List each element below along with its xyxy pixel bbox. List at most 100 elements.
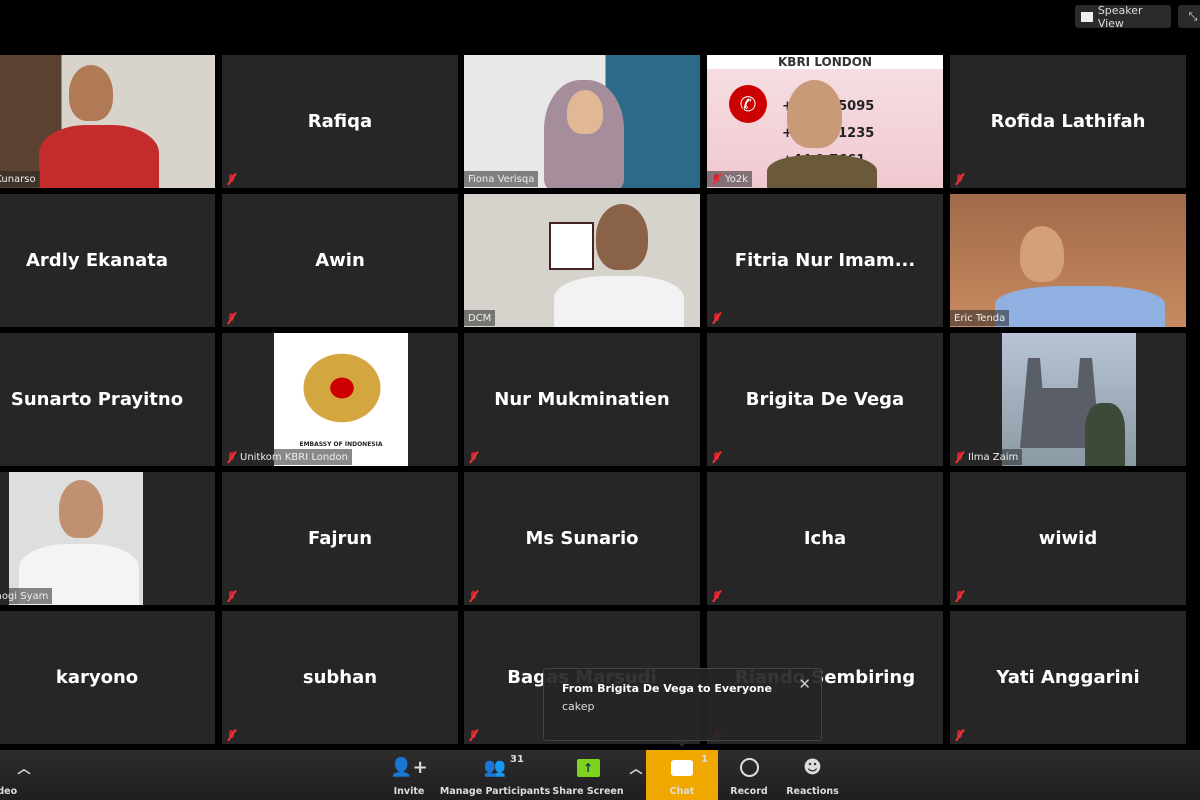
participant-label bbox=[464, 588, 483, 604]
participant-tile[interactable]: Rofida Lathifah bbox=[950, 55, 1186, 188]
participant-label bbox=[707, 310, 726, 326]
participant-tile[interactable]: Yati Anggarini bbox=[950, 611, 1186, 744]
participant-label-text: Yo2k bbox=[725, 173, 749, 185]
participant-name: Brigita De Vega bbox=[745, 389, 905, 410]
muted-mic-icon bbox=[226, 451, 237, 463]
participant-tile[interactable]: Fitria Nur Imam... bbox=[707, 194, 943, 327]
speaker-view-button[interactable]: Speaker View bbox=[1075, 3, 1171, 30]
participant-label-text: Fiona Verisqa bbox=[468, 173, 535, 185]
participant-label: Ilma Zaim bbox=[950, 449, 1023, 465]
muted-mic-icon bbox=[711, 173, 722, 185]
participant-label bbox=[950, 171, 969, 187]
participant-tile[interactable]: Sunarto Prayitno bbox=[0, 333, 215, 466]
participant-tile[interactable]: Brigita De Vega bbox=[707, 333, 943, 466]
reactions-label: Reactions bbox=[786, 786, 839, 797]
close-icon[interactable]: ✕ bbox=[798, 675, 811, 693]
participant-label: Unitkom KBRI London bbox=[222, 449, 352, 465]
participants-icon: 👥 bbox=[483, 757, 507, 778]
participant-label: Shaogi Syam bbox=[0, 588, 53, 604]
muted-mic-icon bbox=[226, 729, 237, 741]
manage-participants-button[interactable]: 👥 31 Manage Participants bbox=[440, 750, 550, 800]
participant-tile[interactable]: Rafiqa bbox=[222, 55, 458, 188]
muted-mic-icon bbox=[711, 590, 722, 602]
participant-label: ih Kunarso bbox=[0, 171, 40, 187]
participant-tile[interactable]: Fiona Verisqa bbox=[464, 55, 700, 188]
participant-tile[interactable]: Shaogi Syam bbox=[0, 472, 215, 605]
participant-tile[interactable]: Eric Tenda bbox=[950, 194, 1186, 327]
participant-name: Fitria Nur Imam... bbox=[734, 250, 916, 271]
chat-notification[interactable]: From Brigita De Vega to Everyone cakep ✕ bbox=[543, 668, 822, 747]
participant-label-text: DCM bbox=[468, 312, 492, 324]
participant-label bbox=[464, 449, 483, 465]
speaker-view-label: Speaker View bbox=[1097, 3, 1143, 30]
participant-tile[interactable]: KBRI LONDON✆+44 49 5095+4 222 1235+44 9 … bbox=[707, 55, 943, 188]
participant-tile[interactable]: EMBASSY OF INDONESIA Unitkom KBRI London bbox=[222, 333, 458, 466]
phone-icon: ✆ bbox=[729, 85, 767, 123]
participant-tile[interactable]: subhan bbox=[222, 611, 458, 744]
record-label: Record bbox=[730, 786, 768, 797]
participant-label bbox=[707, 449, 726, 465]
participant-label: Yo2k bbox=[707, 171, 753, 187]
participant-label-text: Ilma Zaim bbox=[968, 451, 1019, 463]
muted-mic-icon bbox=[468, 451, 479, 463]
participant-name: Rafiqa bbox=[307, 111, 373, 132]
participant-tile[interactable]: ih Kunarso bbox=[0, 55, 215, 188]
participant-label: DCM bbox=[464, 310, 496, 326]
participant-tile[interactable]: Ardly Ekanata bbox=[0, 194, 215, 327]
add-user-icon: 👤+ bbox=[390, 757, 428, 778]
muted-mic-icon bbox=[226, 312, 237, 324]
participant-name: Fajrun bbox=[307, 528, 373, 549]
record-icon bbox=[739, 758, 759, 777]
participant-tile[interactable]: Awin bbox=[222, 194, 458, 327]
chat-count: 1 bbox=[701, 754, 708, 765]
participant-tile[interactable]: Fajrun bbox=[222, 472, 458, 605]
exit-fullscreen-button[interactable]: ⤡ bbox=[1178, 5, 1200, 28]
garuda-emblem bbox=[297, 348, 387, 428]
record-button[interactable]: Record bbox=[725, 750, 773, 800]
share-screen-button[interactable]: ↑ Share Screen bbox=[552, 750, 624, 800]
invite-button[interactable]: 👤+ Invite bbox=[389, 750, 429, 800]
background-title: KBRI LONDON bbox=[707, 55, 943, 69]
participant-label-text: Eric Tenda bbox=[954, 312, 1006, 324]
participant-label: Fiona Verisqa bbox=[464, 171, 539, 187]
muted-mic-icon bbox=[468, 729, 479, 741]
muted-mic-icon bbox=[954, 451, 965, 463]
participant-name: wiwid bbox=[1038, 528, 1098, 549]
participant-tile[interactable]: Ilma Zaim bbox=[950, 333, 1186, 466]
participants-label: Manage Participants bbox=[439, 786, 551, 797]
emblem-text: EMBASSY OF INDONESIA bbox=[299, 441, 383, 448]
muted-mic-icon bbox=[954, 729, 965, 741]
participant-label-text: ih Kunarso bbox=[0, 173, 36, 185]
chat-sender: From Brigita De Vega to Everyone bbox=[562, 682, 772, 695]
chevron-up-icon: ︿ bbox=[17, 762, 31, 777]
participant-tile[interactable]: Nur Mukminatien bbox=[464, 333, 700, 466]
invite-label: Invite bbox=[393, 786, 425, 797]
chat-button[interactable]: 1 Chat bbox=[646, 750, 718, 800]
meeting-toolbar: Video ︿ 👤+Invite 👥31Manage Participants … bbox=[0, 750, 1200, 800]
participant-label bbox=[222, 310, 241, 326]
participant-tile[interactable]: DCM bbox=[464, 194, 700, 327]
share-label: Share Screen bbox=[552, 786, 624, 797]
participant-label-text: Unitkom KBRI London bbox=[240, 451, 348, 463]
participant-tile[interactable]: Ms Sunario bbox=[464, 472, 700, 605]
chat-icon bbox=[671, 760, 693, 776]
video-options-caret[interactable]: ︿ bbox=[14, 750, 34, 800]
participant-name: karyono bbox=[55, 667, 139, 688]
participant-name: Yati Anggarini bbox=[996, 667, 1140, 688]
participant-label bbox=[464, 727, 483, 743]
participant-tile[interactable]: karyono bbox=[0, 611, 215, 744]
participant-name: subhan bbox=[302, 667, 378, 688]
participant-name: Awin bbox=[315, 250, 365, 271]
chevron-up-icon: ︿ bbox=[629, 762, 643, 777]
participant-name: Nur Mukminatien bbox=[494, 389, 670, 410]
participant-label bbox=[950, 588, 969, 604]
participant-name: Rofida Lathifah bbox=[990, 111, 1146, 132]
grid-icon bbox=[1081, 11, 1093, 22]
share-options-caret[interactable]: ︿ bbox=[626, 750, 646, 800]
participant-tile[interactable]: Icha bbox=[707, 472, 943, 605]
reactions-button[interactable]: ☻ Reactions bbox=[785, 750, 840, 800]
participant-tile[interactable]: wiwid bbox=[950, 472, 1186, 605]
muted-mic-icon bbox=[226, 173, 237, 185]
muted-mic-icon bbox=[226, 590, 237, 602]
participant-label: Eric Tenda bbox=[950, 310, 1010, 326]
